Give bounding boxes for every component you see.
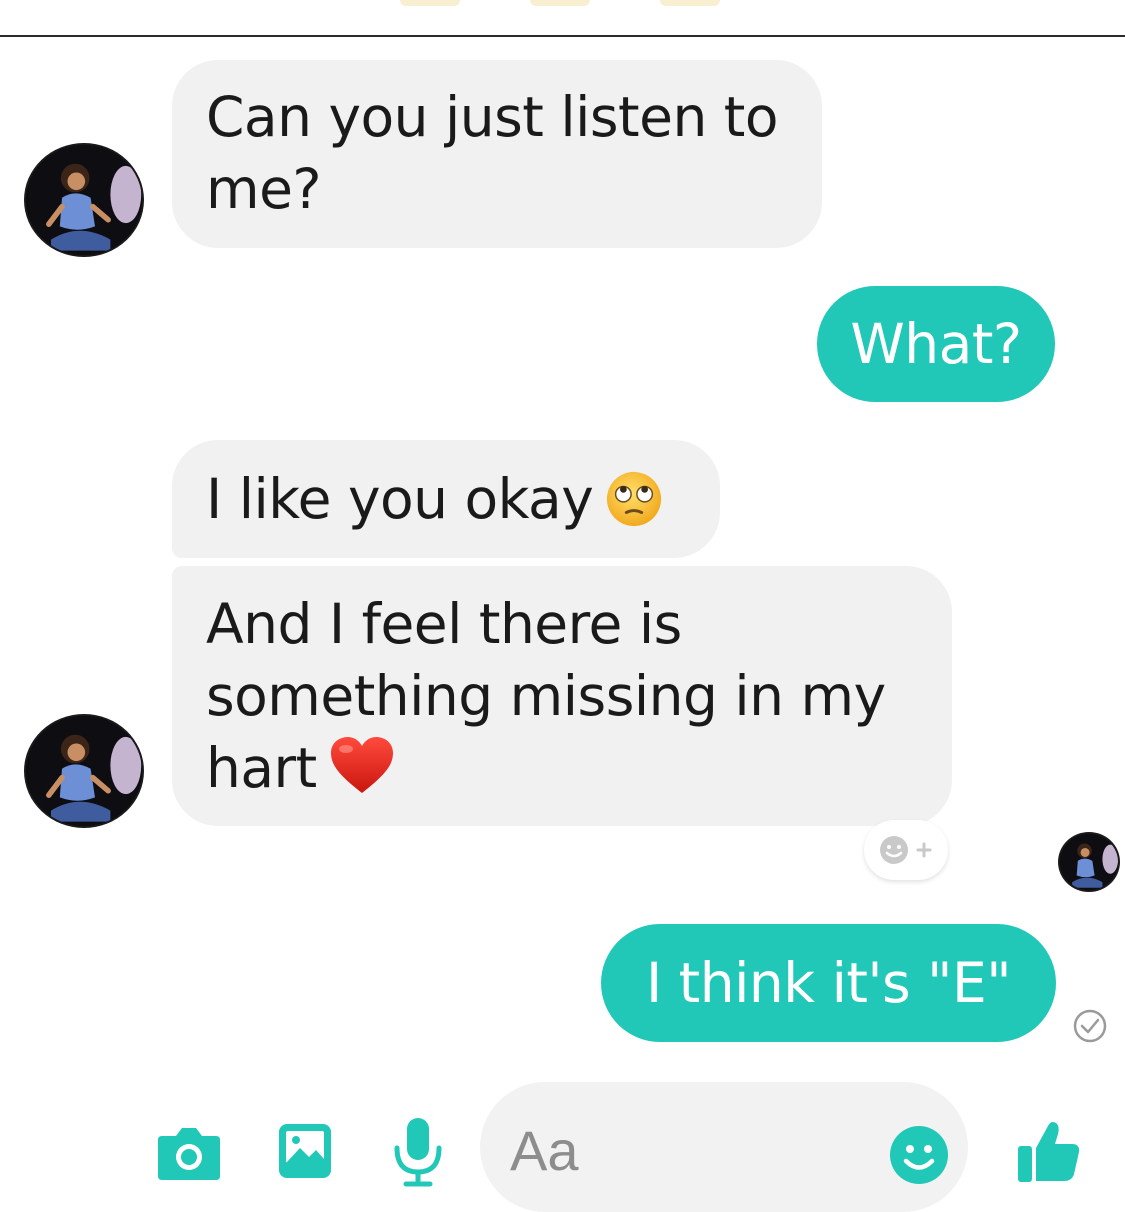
status-bar-fragment [660, 0, 720, 6]
message-bubble-incoming[interactable]: Can you just listen to me? [172, 60, 822, 248]
seen-check-icon [1073, 1009, 1107, 1043]
contact-avatar[interactable] [26, 145, 142, 255]
message-text: And I feel there is something missing in… [206, 592, 886, 800]
message-bubble-incoming[interactable]: And I feel there is something missing in… [172, 566, 952, 826]
add-reaction-button[interactable] [864, 820, 948, 880]
message-bubble-incoming[interactable]: I like you okay [172, 440, 720, 558]
emoji-icon[interactable] [888, 1124, 950, 1186]
add-reaction-icon [880, 836, 932, 864]
camera-icon[interactable] [156, 1122, 222, 1182]
header-divider [0, 35, 1125, 37]
message-bubble-outgoing[interactable]: What? [817, 286, 1055, 402]
read-receipt-avatar [1060, 834, 1118, 890]
message-text: I like you okay [206, 467, 594, 531]
status-bar-fragment [530, 0, 590, 6]
red-heart-emoji-icon [329, 735, 395, 814]
message-text: Can you just listen to me? [206, 85, 779, 221]
contact-avatar[interactable] [26, 716, 142, 826]
message-text: What? [850, 312, 1022, 376]
message-text: I think it's "E" [645, 951, 1012, 1015]
message-input-placeholder: Aa [510, 1119, 579, 1182]
message-bubble-outgoing[interactable]: I think it's "E" [601, 924, 1056, 1042]
status-bar-fragment [400, 0, 460, 6]
microphone-icon[interactable] [392, 1116, 444, 1188]
rolling-eyes-emoji-icon [605, 470, 663, 545]
gallery-icon[interactable] [276, 1120, 334, 1182]
thumbs-up-icon[interactable] [1016, 1118, 1082, 1184]
